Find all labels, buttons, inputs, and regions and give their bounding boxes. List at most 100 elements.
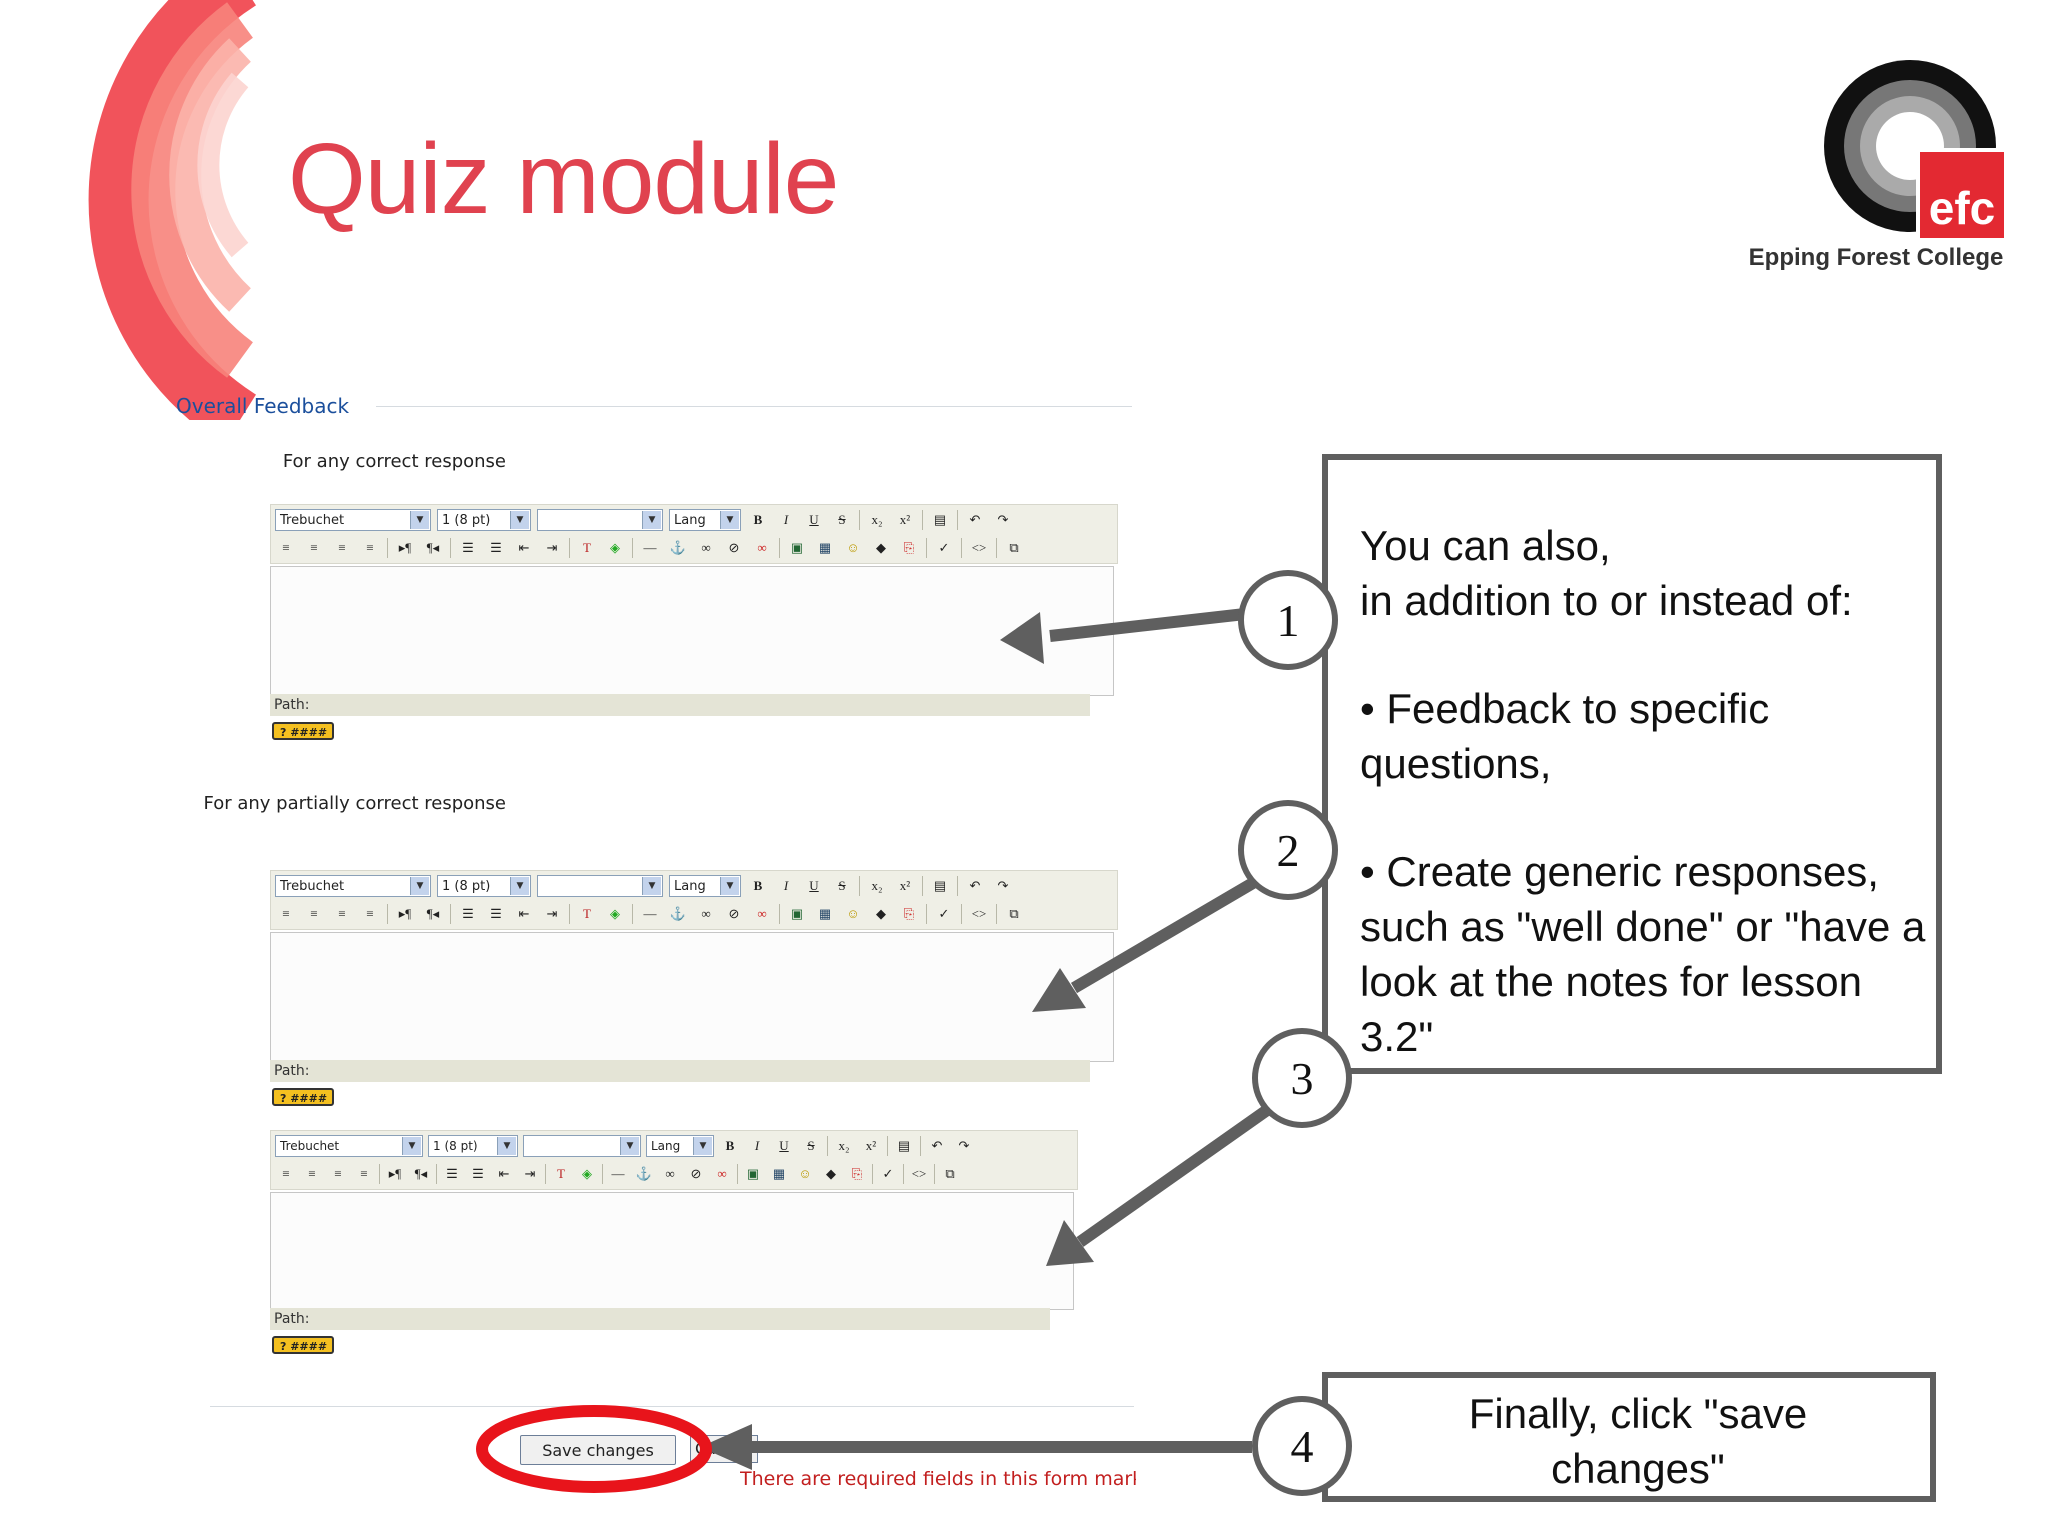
bold-icon[interactable]: B [719,1135,741,1157]
text-color-icon[interactable]: T [576,903,598,925]
fullscreen-icon[interactable]: ⧉ [939,1163,961,1185]
nolink-icon[interactable]: ∞ [711,1163,733,1185]
style-select[interactable]: ▼ [537,509,663,531]
align-left-icon[interactable]: ≡ [275,1163,297,1185]
lang-select[interactable]: Lang ▼ [669,875,741,897]
smiley-icon[interactable]: ☺ [842,537,864,559]
align-center-icon[interactable]: ≡ [303,903,325,925]
html-source-icon[interactable]: <> [968,537,990,559]
anchor-icon[interactable]: ⚓ [633,1163,655,1185]
font-select[interactable]: Trebuchet ▼ [275,509,431,531]
redo-icon[interactable]: ↷ [992,875,1014,897]
table-icon[interactable]: ▦ [814,537,836,559]
smiley-icon[interactable]: ☺ [794,1163,816,1185]
nolink-icon[interactable]: ∞ [751,537,773,559]
indent-icon[interactable]: ⇥ [541,903,563,925]
italic-icon[interactable]: I [775,875,797,897]
indent-icon[interactable]: ⇥ [519,1163,541,1185]
ltr-icon[interactable]: ▸¶ [394,537,416,559]
spellcheck-icon[interactable]: ✓ [933,903,955,925]
align-center-icon[interactable]: ≡ [303,537,325,559]
underline-icon[interactable]: U [773,1135,795,1157]
size-select[interactable]: 1 (8 pt) ▼ [437,875,531,897]
unlink-icon[interactable]: ⊘ [685,1163,707,1185]
anchor-icon[interactable]: ⚓ [667,903,689,925]
text-color-icon[interactable]: T [550,1163,572,1185]
strikethrough-icon[interactable]: S [831,875,853,897]
align-right-icon[interactable]: ≡ [327,1163,349,1185]
subscript-icon[interactable]: x₂ [866,875,888,897]
align-right-icon[interactable]: ≡ [331,903,353,925]
fullscreen-icon[interactable]: ⧉ [1003,903,1025,925]
outdent-icon[interactable]: ⇤ [513,537,535,559]
lang-select[interactable]: Lang ▼ [646,1135,714,1157]
justify-icon[interactable]: ≡ [359,903,381,925]
align-left-icon[interactable]: ≡ [275,537,297,559]
spellcheck-icon[interactable]: ✓ [933,537,955,559]
search-replace-icon[interactable]: ⎘ [846,1163,868,1185]
fullscreen-icon[interactable]: ⧉ [1003,537,1025,559]
style-select[interactable]: ▼ [523,1135,641,1157]
search-replace-icon[interactable]: ⎘ [898,903,920,925]
superscript-icon[interactable]: x² [894,875,916,897]
justify-icon[interactable]: ≡ [353,1163,375,1185]
align-left-icon[interactable]: ≡ [275,903,297,925]
background-color-icon[interactable]: ◈ [604,903,626,925]
link-icon[interactable]: ∞ [695,903,717,925]
cancel-button[interactable]: Cancel [690,1435,758,1463]
lang-select[interactable]: Lang ▼ [669,509,741,531]
numbered-list-icon[interactable]: ☰ [457,537,479,559]
special-char-icon[interactable]: ◆ [820,1163,842,1185]
undo-icon[interactable]: ↶ [964,509,986,531]
anchor-icon[interactable]: ⚓ [667,537,689,559]
special-char-icon[interactable]: ◆ [870,537,892,559]
feedback-textarea[interactable] [270,932,1114,1062]
justify-icon[interactable]: ≡ [359,537,381,559]
ltr-icon[interactable]: ▸¶ [384,1163,406,1185]
superscript-icon[interactable]: x² [860,1135,882,1157]
table-icon[interactable]: ▦ [768,1163,790,1185]
search-replace-icon[interactable]: ⎘ [898,537,920,559]
link-icon[interactable]: ∞ [695,537,717,559]
font-select[interactable]: Trebuchet ▼ [275,1135,423,1157]
italic-icon[interactable]: I [746,1135,768,1157]
image-icon[interactable]: ▣ [786,537,808,559]
unlink-icon[interactable]: ⊘ [723,537,745,559]
redo-icon[interactable]: ↷ [992,509,1014,531]
undo-icon[interactable]: ↶ [964,875,986,897]
horizontal-rule-icon[interactable]: — [639,903,661,925]
underline-icon[interactable]: U [803,875,825,897]
bold-icon[interactable]: B [747,875,769,897]
underline-icon[interactable]: U [803,509,825,531]
subscript-icon[interactable]: x₂ [833,1135,855,1157]
style-select[interactable]: ▼ [537,875,663,897]
background-color-icon[interactable]: ◈ [604,537,626,559]
unlink-icon[interactable]: ⊘ [723,903,745,925]
subscript-icon[interactable]: x₂ [866,509,888,531]
rtl-icon[interactable]: ¶◂ [410,1163,432,1185]
nolink-icon[interactable]: ∞ [751,903,773,925]
numbered-list-icon[interactable]: ☰ [441,1163,463,1185]
feedback-textarea[interactable] [270,566,1114,696]
undo-icon[interactable]: ↶ [926,1135,948,1157]
background-color-icon[interactable]: ◈ [576,1163,598,1185]
bold-icon[interactable]: B [747,509,769,531]
strikethrough-icon[interactable]: S [800,1135,822,1157]
outdent-icon[interactable]: ⇤ [493,1163,515,1185]
text-color-icon[interactable]: T [576,537,598,559]
html-source-icon[interactable]: <> [968,903,990,925]
horizontal-rule-icon[interactable]: — [639,537,661,559]
feedback-textarea[interactable] [270,1192,1074,1310]
help-keyboard-icon[interactable]: ? #### [272,1088,334,1106]
help-keyboard-icon[interactable]: ? #### [272,722,334,740]
bullet-list-icon[interactable]: ☰ [467,1163,489,1185]
superscript-icon[interactable]: x² [894,509,916,531]
rtl-icon[interactable]: ¶◂ [422,903,444,925]
bullet-list-icon[interactable]: ☰ [485,903,507,925]
indent-icon[interactable]: ⇥ [541,537,563,559]
table-icon[interactable]: ▦ [814,903,836,925]
help-keyboard-icon[interactable]: ? #### [272,1336,334,1354]
size-select[interactable]: 1 (8 pt) ▼ [437,509,531,531]
align-center-icon[interactable]: ≡ [301,1163,323,1185]
link-icon[interactable]: ∞ [659,1163,681,1185]
